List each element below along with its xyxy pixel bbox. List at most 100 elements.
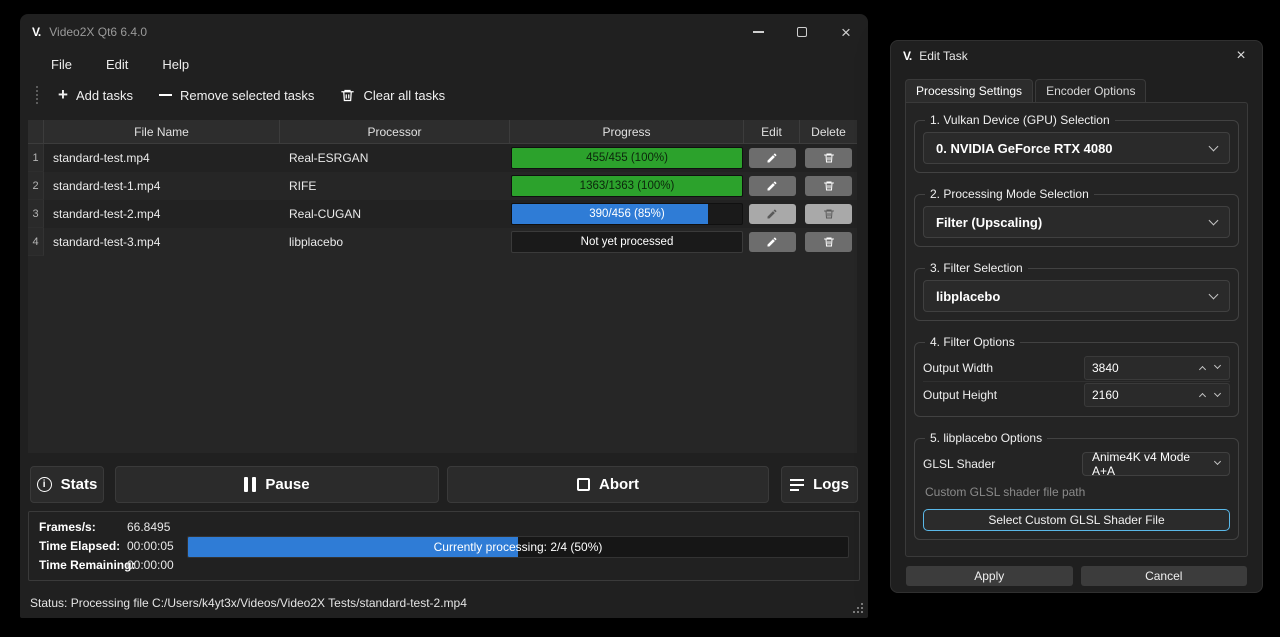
add-tasks-button[interactable]: Add tasks — [48, 83, 143, 108]
spin-down-icon[interactable] — [1214, 362, 1221, 369]
table-row[interactable]: 1 standard-test.mp4 Real-ESRGAN 455/455 … — [28, 144, 857, 172]
custom-shader-path-input[interactable] — [923, 482, 1230, 502]
gpu-select-value: 0. NVIDIA GeForce RTX 4080 — [936, 141, 1113, 156]
stats-panel: Frames/s: 66.8495 Time Elapsed: 00:00:05… — [28, 511, 860, 581]
menu-bar: File Edit Help — [20, 50, 868, 78]
toolbar: Add tasks Remove selected tasks Clear al… — [20, 78, 868, 112]
resize-grip[interactable] — [853, 603, 863, 613]
col-header-delete[interactable]: Delete — [800, 120, 857, 144]
pause-label: Pause — [265, 476, 309, 493]
cancel-button[interactable]: Cancel — [1081, 566, 1248, 586]
menu-edit[interactable]: Edit — [89, 53, 145, 76]
logs-button[interactable]: Logs — [781, 466, 858, 503]
chevron-down-icon — [1209, 289, 1219, 299]
row-number: 4 — [28, 228, 44, 256]
cell-processor: Real-CUGAN — [280, 200, 510, 228]
corner-header-cell — [28, 120, 44, 144]
group-libplacebo-options: 5. libplacebo Options GLSL Shader Anime4… — [914, 431, 1239, 540]
spin-up-icon[interactable] — [1199, 365, 1206, 372]
cell-file-name: standard-test-3.mp4 — [44, 228, 280, 256]
spin-up-icon[interactable] — [1199, 393, 1206, 400]
menu-help[interactable]: Help — [145, 53, 206, 76]
output-width-label: Output Width — [923, 361, 993, 375]
table-row[interactable]: 4 standard-test-3.mp4 libplacebo Not yet… — [28, 228, 857, 256]
pencil-icon — [766, 208, 778, 220]
processing-mode-dropdown[interactable]: Filter (Upscaling) — [923, 206, 1230, 238]
output-height-label: Output Height — [923, 388, 997, 402]
row-number: 3 — [28, 200, 44, 228]
app-logo-icon: V. — [903, 49, 911, 63]
delete-task-button[interactable] — [805, 148, 852, 168]
glsl-shader-value: Anime4K v4 Mode A+A — [1092, 450, 1215, 478]
output-height-stepper[interactable]: 2160 — [1084, 383, 1230, 407]
pause-icon — [244, 477, 256, 492]
abort-label: Abort — [599, 476, 639, 493]
stats-grid: Frames/s: 66.8495 Time Elapsed: 00:00:05… — [39, 520, 174, 572]
group-filter-options: 4. Filter Options Output Width 3840 Outp… — [914, 335, 1239, 417]
col-header-processor[interactable]: Processor — [280, 120, 510, 144]
logs-label: Logs — [813, 476, 849, 493]
delete-task-button[interactable] — [805, 176, 852, 196]
trash-icon — [340, 88, 355, 103]
task-table: File Name Processor Progress Edit Delete… — [28, 120, 857, 453]
pause-button[interactable]: Pause — [115, 466, 439, 503]
delete-task-button[interactable] — [805, 232, 852, 252]
filter-select-dropdown[interactable]: libplacebo — [923, 280, 1230, 312]
window-title: Video2X Qt6 6.4.0 — [49, 25, 147, 39]
edit-task-button[interactable] — [749, 176, 796, 196]
edit-task-button[interactable] — [749, 232, 796, 252]
output-width-stepper[interactable]: 3840 — [1084, 356, 1230, 380]
filter-select-value: libplacebo — [936, 289, 1000, 304]
titlebar[interactable]: V. Video2X Qt6 6.4.0 × — [20, 14, 868, 50]
minimize-button[interactable] — [736, 14, 780, 50]
window-controls: × — [736, 14, 868, 50]
cell-processor: Real-ESRGAN — [280, 144, 510, 172]
tab-encoder-options[interactable]: Encoder Options — [1035, 79, 1146, 102]
abort-button[interactable]: Abort — [447, 466, 769, 503]
close-button[interactable]: × — [824, 14, 868, 50]
row-progress-text: 390/456 (85%) — [512, 204, 742, 224]
tab-processing-settings[interactable]: Processing Settings — [905, 79, 1033, 102]
col-header-file-name[interactable]: File Name — [44, 120, 280, 144]
edit-task-button-disabled — [749, 204, 796, 224]
list-icon — [790, 479, 804, 491]
row-progress-text: Not yet processed — [512, 232, 742, 252]
col-header-edit[interactable]: Edit — [744, 120, 800, 144]
frames-per-second-label: Frames/s: — [39, 520, 127, 534]
menu-file[interactable]: File — [34, 53, 89, 76]
toolbar-drag-handle[interactable] — [36, 86, 38, 104]
gpu-select-dropdown[interactable]: 0. NVIDIA GeForce RTX 4080 — [923, 132, 1230, 164]
close-icon: × — [841, 24, 851, 41]
maximize-icon — [797, 27, 807, 37]
remove-selected-tasks-button[interactable]: Remove selected tasks — [149, 83, 324, 108]
row-number: 2 — [28, 172, 44, 200]
info-icon — [37, 477, 52, 492]
stop-icon — [577, 478, 590, 491]
table-row[interactable]: 2 standard-test-1.mp4 RIFE 1363/1363 (10… — [28, 172, 857, 200]
trash-icon — [823, 236, 835, 248]
select-custom-shader-button[interactable]: Select Custom GLSL Shader File — [923, 509, 1230, 531]
edit-task-button[interactable] — [749, 148, 796, 168]
trash-icon — [823, 152, 835, 164]
spin-down-icon[interactable] — [1214, 389, 1221, 396]
stats-button[interactable]: Stats — [30, 466, 104, 503]
dialog-titlebar[interactable]: V. Edit Task × — [891, 41, 1262, 71]
time-remaining-label: Time Remaining: — [39, 558, 127, 572]
cell-file-name: standard-test-1.mp4 — [44, 172, 280, 200]
glsl-shader-dropdown[interactable]: Anime4K v4 Mode A+A — [1082, 452, 1230, 476]
dialog-title: Edit Task — [919, 49, 967, 63]
row-progress-bar: 1363/1363 (100%) — [511, 175, 743, 197]
clear-all-tasks-button[interactable]: Clear all tasks — [330, 83, 455, 108]
table-row[interactable]: 3 standard-test-2.mp4 Real-CUGAN 390/456… — [28, 200, 857, 228]
group-filter-selection: 3. Filter Selection libplacebo — [914, 261, 1239, 321]
frames-per-second-value: 66.8495 — [127, 520, 174, 534]
group-filter-options-title: 4. Filter Options — [925, 335, 1020, 349]
maximize-button[interactable] — [780, 14, 824, 50]
dialog-close-button[interactable]: × — [1228, 44, 1254, 68]
stats-label: Stats — [61, 476, 98, 493]
dialog-footer: Apply Cancel — [906, 566, 1247, 586]
add-tasks-label: Add tasks — [76, 88, 133, 103]
row-progress-bar: 390/456 (85%) — [511, 203, 743, 225]
apply-button[interactable]: Apply — [906, 566, 1073, 586]
col-header-progress[interactable]: Progress — [510, 120, 744, 144]
